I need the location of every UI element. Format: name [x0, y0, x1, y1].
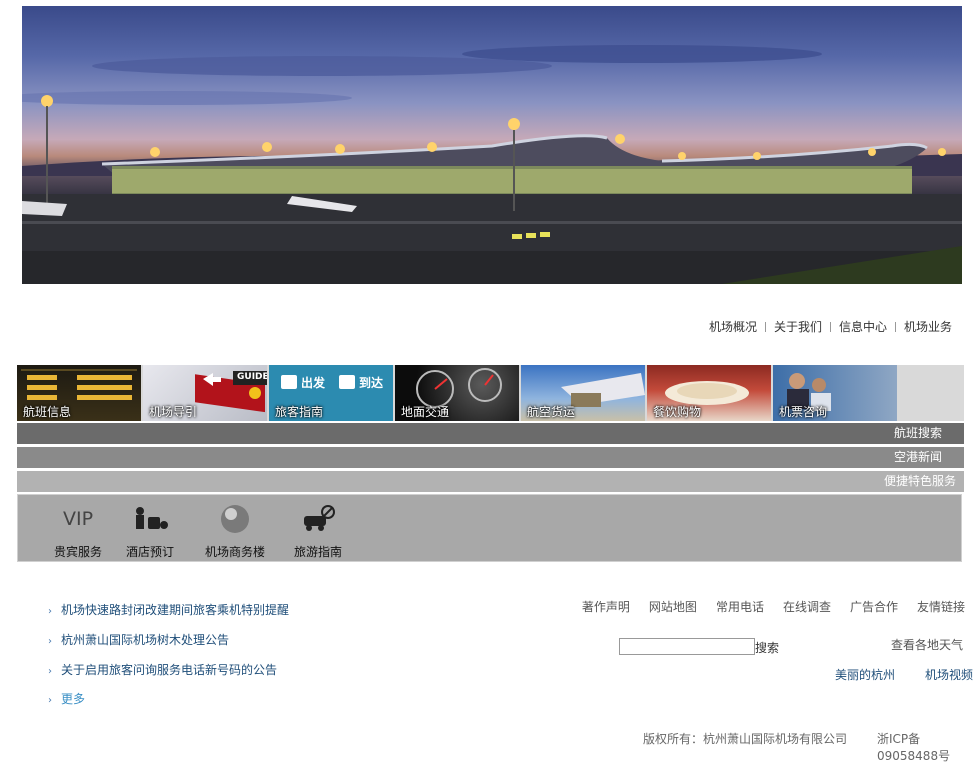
nav-info-center[interactable]: 信息中心	[833, 318, 893, 335]
vip-icon: VIP	[62, 508, 94, 530]
service-vip[interactable]: VIP 贵宾服务	[50, 503, 106, 560]
news-more-link[interactable]: › 更多	[48, 690, 85, 707]
service-business-building[interactable]: 机场商务楼	[200, 503, 270, 560]
flight-search-bar[interactable]: 航班搜索	[17, 423, 964, 444]
tile-label: 地面交通	[401, 405, 450, 419]
featured-services-panel: VIP 贵宾服务 酒店预订 机场商务楼 旅游指南	[17, 494, 962, 562]
nav-separator	[829, 321, 831, 332]
bullet-arrow-icon: ›	[48, 636, 52, 647]
tile-air-cargo[interactable]: 航空货运	[521, 365, 645, 421]
tile-flight-info[interactable]: 航班信息	[17, 365, 141, 421]
airport-video-link[interactable]: 机场视频	[925, 666, 973, 683]
service-label: 贵宾服务	[53, 545, 102, 559]
globe-icon	[200, 503, 270, 535]
tile-label: 餐饮购物	[653, 405, 702, 419]
bullet-arrow-icon: ›	[48, 695, 52, 706]
news-item[interactable]: › 机场快速路封闭改建期间旅客乘机特别提醒	[48, 601, 289, 618]
tile-ground-transport[interactable]: 地面交通	[395, 365, 519, 421]
service-label: 机场商务楼	[204, 545, 265, 559]
category-tile-strip: 航班信息 GUIDE 机场导引 出发 到达 旅客指南 地面交通 航空货运 餐饮购…	[17, 365, 964, 421]
nav-separator	[764, 321, 766, 332]
news-title: 机场快速路封闭改建期间旅客乘机特别提醒	[61, 603, 290, 617]
footer-link-sitemap[interactable]: 网站地图	[649, 598, 697, 615]
icp-license-link[interactable]: 浙ICP备09058488号	[877, 730, 980, 764]
featured-services-bar[interactable]: 便捷特色服务	[17, 471, 964, 492]
nav-about-us[interactable]: 关于我们	[768, 318, 828, 335]
footer-link-friend-links[interactable]: 友情链接	[917, 598, 965, 615]
service-hotel-booking[interactable]: 酒店预订	[122, 503, 178, 560]
tile-dining-shopping[interactable]: 餐饮购物	[647, 365, 771, 421]
copyright-text: 版权所有：杭州萧山国际机场有限公司	[643, 732, 848, 746]
tile-airport-guide[interactable]: GUIDE 机场导引	[143, 365, 267, 421]
bullet-arrow-icon: ›	[48, 606, 52, 617]
porter-icon	[122, 503, 178, 535]
tile-label: 机票咨询	[779, 405, 828, 419]
beautiful-hangzhou-link[interactable]: 美丽的杭州	[835, 666, 895, 683]
guide-sign-text: GUIDE	[237, 372, 267, 382]
news-item[interactable]: › 杭州萧山国际机场树木处理公告	[48, 631, 229, 648]
weather-link[interactable]: 查看各地天气	[891, 636, 963, 653]
airport-news-bar[interactable]: 空港新闻	[17, 447, 964, 468]
tile-label: 航班信息	[23, 405, 72, 419]
departure-icon	[281, 375, 297, 389]
bullet-arrow-icon: ›	[48, 666, 52, 677]
tile-passenger-guide[interactable]: 出发 到达 旅客指南	[269, 365, 393, 421]
news-title: 关于启用旅客问询服务电话新号码的公告	[61, 663, 278, 677]
top-navigation: 机场概况 关于我们 信息中心 机场业务	[703, 318, 958, 335]
tile-label: 航空货运	[527, 405, 576, 419]
departure-sign-text: 出发	[301, 376, 326, 390]
footer-links: 著作声明 网站地图 常用电话 在线调查 广告合作 友情链接	[582, 598, 965, 615]
airport-banner-image	[22, 6, 962, 284]
tile-ticket-inquiry[interactable]: 机票咨询	[773, 365, 897, 421]
travel-car-icon	[290, 503, 346, 535]
more-label: 更多	[61, 692, 86, 706]
search-button[interactable]: 搜索	[755, 639, 779, 656]
tile-label: 机场导引	[149, 405, 198, 419]
footer-link-online-survey[interactable]: 在线调查	[783, 598, 831, 615]
nav-airport-overview[interactable]: 机场概况	[703, 318, 763, 335]
service-travel-guide[interactable]: 旅游指南	[290, 503, 346, 560]
search-input[interactable]	[619, 638, 755, 655]
nav-airport-business[interactable]: 机场业务	[898, 318, 958, 335]
news-title: 杭州萧山国际机场树木处理公告	[61, 633, 230, 647]
news-item[interactable]: › 关于启用旅客问询服务电话新号码的公告	[48, 661, 277, 678]
footer-link-phone-numbers[interactable]: 常用电话	[716, 598, 764, 615]
service-label: 旅游指南	[293, 545, 342, 559]
footer-link-copyright-statement[interactable]: 著作声明	[582, 598, 630, 615]
nav-separator	[894, 321, 896, 332]
service-label: 酒店预订	[125, 545, 174, 559]
arrival-icon	[339, 375, 355, 389]
footer-link-advertising[interactable]: 广告合作	[850, 598, 898, 615]
arrival-sign-text: 到达	[359, 376, 384, 390]
tile-label: 旅客指南	[275, 405, 324, 419]
